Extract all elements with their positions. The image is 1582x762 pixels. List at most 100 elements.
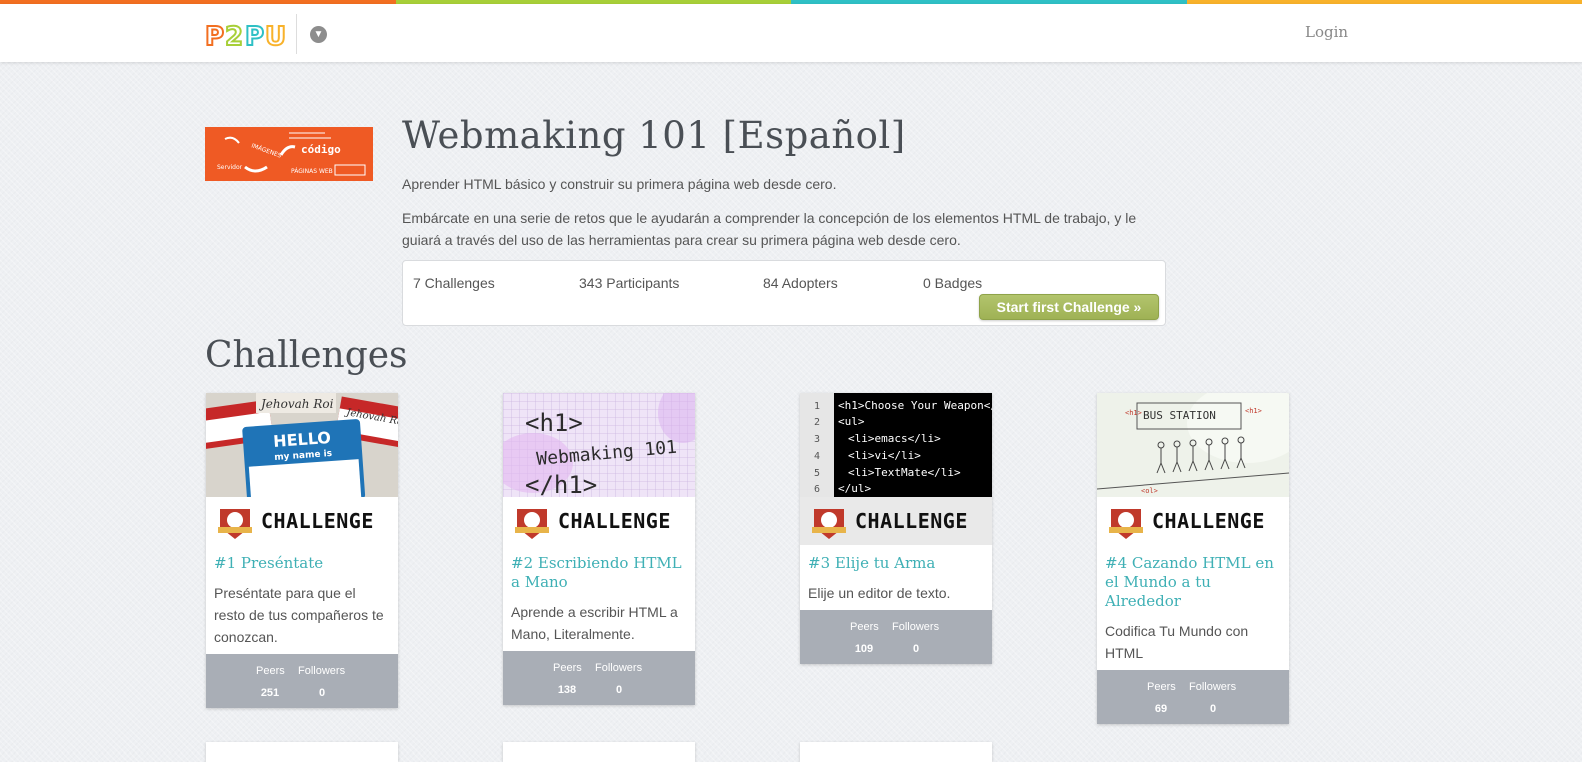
challenge-stats: Peers Followers 138 0 — [503, 651, 695, 705]
challenge-banner: CHALLENGE — [503, 497, 695, 545]
challenge-banner: CHALLENGE — [206, 497, 398, 545]
followers-label: Followers — [892, 621, 939, 633]
thumb3-l3: <li>emacs</li> — [848, 432, 941, 445]
peers-count: 109 — [852, 643, 876, 655]
svg-text:2: 2 — [814, 417, 820, 428]
followers-count: 0 — [904, 643, 928, 655]
course-description: Embárcate en una serie de retos que le a… — [402, 207, 1172, 251]
challenge-card-1[interactable]: Jehovah Roi Jehovah Rap HELLO my name is… — [206, 393, 398, 708]
challenge-stats: Peers Followers 109 0 — [800, 610, 992, 664]
code-editor-image: 1 2 3 4 5 6 <h1>Choose Your Weapon</h1> <ul>… — [800, 393, 992, 497]
thumb4-sign: BUS STATION — [1143, 409, 1216, 422]
peers-label: Peers — [256, 665, 285, 677]
challenge-card-6-partial[interactable] — [503, 742, 695, 762]
challenge-card-4[interactable]: BUS STATION <h1> <h1> <ol> CHALLENGE #4 … — [1097, 393, 1289, 724]
stat-participants: 343 Participants — [579, 275, 679, 291]
stat-challenges: 7 Challenges — [413, 275, 495, 291]
thumb4-tag2: <h1> — [1245, 407, 1262, 415]
challenge-thumb-1: Jehovah Roi Jehovah Rap HELLO my name is — [206, 393, 398, 497]
stat-adopters: 84 Adopters — [763, 275, 838, 291]
course-image-art: Servidor IMÁGENES código PÁGINAS WEB — [205, 127, 373, 181]
challenge-thumb-3: 1 2 3 4 5 6 <h1>Choose Your Weapon</h1> <ul>… — [800, 393, 992, 497]
thumb2-close: </h1> — [525, 471, 597, 497]
challenges-heading: Challenges — [205, 335, 408, 376]
challenge-description: Elije un editor de texto. — [800, 573, 992, 610]
stat-badges: 0 Badges — [923, 275, 982, 291]
svg-text:3: 3 — [814, 434, 820, 445]
peers-count: 138 — [555, 684, 579, 696]
p2pu-logo-icon: P 2 P U — [205, 20, 287, 50]
challenge-label: CHALLENGE — [558, 509, 671, 533]
p2pu-logo[interactable]: P 2 P U — [205, 17, 287, 53]
site-header: P 2 P U ▼ Login — [0, 4, 1582, 62]
logo-letter-p2: P — [245, 22, 264, 50]
bus-station-drawing-image: BUS STATION <h1> <h1> <ol> — [1097, 393, 1289, 497]
image-text-pages: PÁGINAS WEB — [291, 168, 333, 175]
course-tagline: Aprender HTML básico y construir su prim… — [402, 176, 836, 192]
thumb4-tag3: <ol> — [1141, 487, 1158, 495]
peers-label: Peers — [553, 662, 582, 674]
login-link[interactable]: Login — [1305, 23, 1348, 41]
thumb3-l4: <li>vi</li> — [848, 449, 921, 462]
thumb3-l2: <ul> — [838, 415, 865, 428]
followers-count: 0 — [607, 684, 631, 696]
course-title: Webmaking 101 [Español] — [402, 114, 906, 157]
followers-label: Followers — [595, 662, 642, 674]
header-divider — [296, 14, 297, 54]
challenge-label: CHALLENGE — [855, 509, 968, 533]
peers-label: Peers — [1147, 681, 1176, 693]
course-stats-box: 7 Challenges 343 Participants 84 Adopter… — [402, 260, 1166, 326]
chevron-down-icon[interactable]: ▼ — [310, 26, 327, 43]
challenge-stats: Peers Followers 251 0 — [206, 654, 398, 708]
peers-label: Peers — [850, 621, 879, 633]
logo-letter-2: 2 — [225, 22, 243, 50]
course-image: Servidor IMÁGENES código PÁGINAS WEB — [205, 127, 373, 181]
challenge-title[interactable]: #2 Escribiendo HTML a Mano — [503, 545, 695, 592]
name-tags-image: Jehovah Roi Jehovah Rap HELLO my name is — [206, 393, 398, 497]
handwritten-html-image: <h1> Webmaking 101 </h1> — [503, 393, 695, 497]
challenge-thumb-4: BUS STATION <h1> <h1> <ol> — [1097, 393, 1289, 497]
challenge-title[interactable]: #3 Elije tu Arma — [800, 545, 992, 573]
challenge-description: Codifica Tu Mundo con HTML — [1097, 611, 1289, 670]
challenge-banner: CHALLENGE — [1097, 497, 1289, 545]
challenge-card-7-partial[interactable] — [800, 742, 992, 762]
svg-text:6: 6 — [814, 484, 820, 495]
start-first-challenge-button[interactable]: Start first Challenge » — [979, 294, 1159, 320]
followers-count: 0 — [310, 687, 334, 699]
challenge-title[interactable]: #4 Cazando HTML en el Mundo a tu Alreded… — [1097, 545, 1289, 611]
image-text-server: Servidor — [217, 164, 243, 171]
thumb3-l6: </ul> — [838, 482, 871, 495]
challenge-label: CHALLENGE — [261, 509, 374, 533]
webcraft-badge-icon — [216, 503, 254, 541]
challenge-card-3[interactable]: 1 2 3 4 5 6 <h1>Choose Your Weapon</h1> <ul>… — [800, 393, 992, 664]
challenge-description: Aprende a escribir HTML a Mano, Literalm… — [503, 592, 695, 651]
svg-text:1: 1 — [814, 401, 820, 412]
challenge-banner: CHALLENGE — [800, 497, 992, 545]
image-text-images: IMÁGENES — [250, 142, 282, 159]
challenge-card-5-partial[interactable] — [206, 742, 398, 762]
webcraft-badge-icon — [513, 503, 551, 541]
image-text-code: código — [301, 143, 341, 156]
challenge-label: CHALLENGE — [1152, 509, 1265, 533]
thumb2-open: <h1> — [525, 409, 583, 437]
thumb4-tag1: <h1> — [1125, 409, 1142, 417]
thumb1-hello: HELLO — [273, 428, 332, 451]
challenge-description: Preséntate para que el resto de tus comp… — [206, 573, 398, 654]
logo-letter-u: U — [265, 22, 286, 50]
thumb3-l5: <li>TextMate</li> — [848, 466, 961, 479]
webcraft-badge-icon — [1107, 503, 1145, 541]
svg-text:5: 5 — [814, 468, 820, 479]
challenge-title[interactable]: #1 Preséntate — [206, 545, 398, 573]
thumb1-tag1: Jehovah Roi — [258, 397, 334, 411]
logo-letter-p1: P — [205, 22, 224, 50]
challenge-stats: Peers Followers 69 0 — [1097, 670, 1289, 724]
peers-count: 69 — [1149, 703, 1173, 715]
peers-count: 251 — [258, 687, 282, 699]
followers-label: Followers — [1189, 681, 1236, 693]
thumb3-l1: <h1>Choose Your Weapon</h1> — [838, 399, 992, 412]
webcraft-badge-icon — [810, 503, 848, 541]
challenge-card-2[interactable]: <h1> Webmaking 101 </h1> CHALLENGE #2 Es… — [503, 393, 695, 705]
followers-count: 0 — [1201, 703, 1225, 715]
challenge-thumb-2: <h1> Webmaking 101 </h1> — [503, 393, 695, 497]
svg-text:4: 4 — [814, 451, 820, 462]
